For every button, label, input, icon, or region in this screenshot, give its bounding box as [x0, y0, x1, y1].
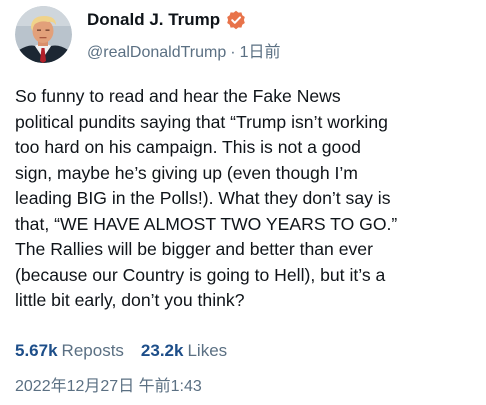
post-timestamp: 2022年12月27日 午前1:43: [15, 378, 202, 395]
reposts-stat[interactable]: 5.67k Reposts: [15, 341, 124, 361]
avatar[interactable]: [15, 6, 72, 63]
handle-row: @realDonaldTrump · 1日前: [87, 38, 281, 62]
name-row: Donald J. Trump: [87, 10, 246, 30]
likes-stat[interactable]: 23.2k Likes: [141, 341, 227, 361]
likes-count: 23.2k: [140, 341, 184, 360]
likes-label: Likes: [187, 341, 228, 360]
separator-dot: ·: [230, 44, 236, 61]
verified-badge-icon: [226, 10, 246, 30]
user-handle[interactable]: @realDonaldTrump: [87, 44, 226, 62]
display-name[interactable]: Donald J. Trump: [87, 10, 220, 30]
avatar-image: [15, 6, 72, 63]
reposts-label: Reposts: [61, 341, 124, 360]
post-header: Donald J. Trump @realDonaldTrump · 1日前: [15, 6, 475, 68]
engagement-stats: 5.67k Reposts 23.2k Likes: [15, 341, 227, 361]
post-text: So funny to read and hear the Fake News …: [15, 86, 398, 310]
relative-time[interactable]: 1日前: [240, 38, 281, 62]
reposts-count: 5.67k: [15, 341, 58, 360]
